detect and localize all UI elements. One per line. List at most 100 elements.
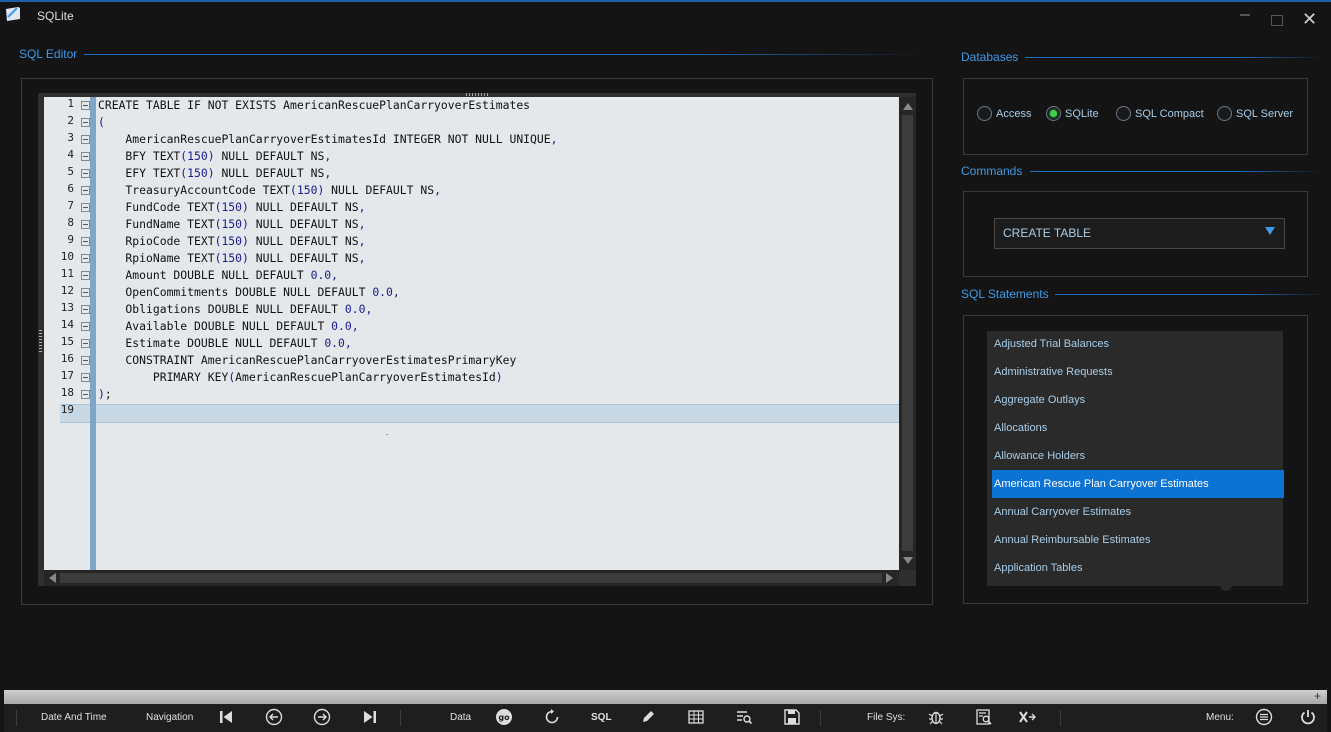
code-text: TreasuryAccountCode TEXT(150) NULL DEFAU… <box>98 183 441 197</box>
code-line[interactable]: 17 PRIMARY KEY(AmericanRescuePlanCarryov… <box>44 369 899 386</box>
dropdown-arrow-icon[interactable] <box>1265 227 1275 235</box>
skip-first-icon[interactable] <box>217 708 235 726</box>
sql-statement-item[interactable]: Annual Carryover Estimates <box>992 498 1284 526</box>
code-line[interactable]: 12 OpenCommitments DOUBLE NULL DEFAULT 0… <box>44 284 899 301</box>
code-line[interactable]: 19 <box>44 403 899 420</box>
fold-toggle-icon[interactable] <box>81 373 90 382</box>
code-line[interactable]: 14 Available DOUBLE NULL DEFAULT 0.0, <box>44 318 899 335</box>
go-icon[interactable]: go <box>495 708 513 726</box>
editor-side-grip[interactable] <box>39 330 42 354</box>
file-search-icon[interactable] <box>975 708 993 726</box>
fold-toggle-icon[interactable] <box>81 237 90 246</box>
vertical-scroll-thumb[interactable] <box>902 115 913 551</box>
code-line[interactable]: 7 FundCode TEXT(150) NULL DEFAULT NS, <box>44 199 899 216</box>
window-top-border <box>0 0 1331 2</box>
fold-toggle-icon[interactable] <box>81 254 90 263</box>
scroll-right-arrow-icon[interactable] <box>886 573 893 583</box>
code-line[interactable]: 16 CONSTRAINT AmericanRescuePlanCarryove… <box>44 352 899 369</box>
horizontal-scroll-thumb[interactable] <box>60 573 882 583</box>
code-text: RpioName TEXT(150) NULL DEFAULT NS, <box>98 251 366 265</box>
fold-toggle-icon[interactable] <box>81 271 90 280</box>
line-number: 15 <box>60 335 74 348</box>
toolbar-separator <box>1060 710 1061 726</box>
fold-toggle-icon[interactable] <box>81 390 90 399</box>
code-line[interactable]: 15 Estimate DOUBLE NULL DEFAULT 0.0, <box>44 335 899 352</box>
scroll-down-arrow-icon[interactable] <box>903 557 913 564</box>
radio-sql-server-dot[interactable] <box>1217 106 1232 121</box>
arrow-left-icon[interactable] <box>265 708 283 726</box>
scroll-left-arrow-icon[interactable] <box>49 573 56 583</box>
sql-statement-item[interactable]: Annual Reimbursable Estimates <box>992 526 1284 554</box>
code-line[interactable]: 11 Amount DOUBLE NULL DEFAULT 0.0, <box>44 267 899 284</box>
sql-statement-item[interactable]: Administrative Requests <box>992 358 1284 386</box>
date-and-time-label[interactable]: Date And Time <box>41 712 107 723</box>
fold-toggle-icon[interactable] <box>81 101 90 110</box>
code-line[interactable]: 13 Obligations DOUBLE NULL DEFAULT 0.0, <box>44 301 899 318</box>
line-number: 14 <box>60 318 74 331</box>
scroll-up-arrow-icon[interactable] <box>903 103 913 110</box>
radio-access-dot[interactable] <box>977 106 992 121</box>
fold-toggle-icon[interactable] <box>81 305 90 314</box>
radio-sql-compact-dot[interactable] <box>1116 106 1131 121</box>
code-line[interactable]: 4 BFY TEXT(150) NULL DEFAULT NS, <box>44 148 899 165</box>
sql-editor-title: SQL Editor <box>19 47 78 61</box>
editor-resize-grip[interactable] <box>466 93 490 96</box>
skip-last-icon[interactable] <box>361 708 379 726</box>
fold-toggle-icon[interactable] <box>81 152 90 161</box>
fold-toggle-icon[interactable] <box>81 339 90 348</box>
radio-sql-compact[interactable]: SQL Compact <box>1116 106 1204 121</box>
line-number: 5 <box>67 165 74 178</box>
sql-statement-item[interactable]: Allocations <box>992 414 1284 442</box>
fold-toggle-icon[interactable] <box>81 220 90 229</box>
radio-sqlite[interactable]: SQLite <box>1046 106 1099 121</box>
sql-statement-item[interactable]: Allowance Holders <box>992 442 1284 470</box>
toolbar-expand-button[interactable]: + <box>1314 689 1321 703</box>
code-line[interactable]: 1 CREATE TABLE IF NOT EXISTS AmericanResc… <box>44 97 899 114</box>
code-text: FundName TEXT(150) NULL DEFAULT NS, <box>98 217 366 231</box>
radio-sql-server[interactable]: SQL Server <box>1217 106 1293 121</box>
horizontal-scrollbar[interactable] <box>44 570 899 586</box>
fold-toggle-icon[interactable] <box>81 169 90 178</box>
radio-sqlite-dot[interactable] <box>1046 106 1061 121</box>
code-line[interactable]: 5 EFY TEXT(150) NULL DEFAULT NS, <box>44 165 899 182</box>
arrow-right-icon[interactable] <box>313 708 331 726</box>
fold-toggle-icon[interactable] <box>81 186 90 195</box>
grid-icon[interactable] <box>687 708 705 726</box>
minimize-button[interactable] <box>1240 14 1250 16</box>
sql-statement-item[interactable]: Adjusted Trial Balances <box>992 330 1284 358</box>
code-line[interactable]: 3 AmericanRescuePlanCarryoverEstimatesId… <box>44 131 899 148</box>
code-line[interactable]: 6 TreasuryAccountCode TEXT(150) NULL DEF… <box>44 182 899 199</box>
commands-title-line <box>1030 171 1325 172</box>
power-icon[interactable] <box>1299 708 1317 726</box>
radio-access[interactable]: Access <box>977 106 1031 121</box>
code-line[interactable]: 10 RpioName TEXT(150) NULL DEFAULT NS, <box>44 250 899 267</box>
excel-icon[interactable] <box>1018 708 1036 726</box>
line-number: 17 <box>60 369 74 382</box>
code-line[interactable]: 8 FundName TEXT(150) NULL DEFAULT NS, <box>44 216 899 233</box>
commands-title: Commands <box>961 164 1023 178</box>
fold-toggle-icon[interactable] <box>81 203 90 212</box>
fold-toggle-icon[interactable] <box>81 356 90 365</box>
fold-toggle-icon[interactable] <box>81 288 90 297</box>
code-line[interactable]: 9 RpioCode TEXT(150) NULL DEFAULT NS, <box>44 233 899 250</box>
save-icon[interactable] <box>783 708 801 726</box>
vertical-scrollbar[interactable] <box>899 97 916 570</box>
fold-toggle-icon[interactable] <box>81 135 90 144</box>
refresh-icon[interactable] <box>543 708 561 726</box>
pencil-icon[interactable] <box>639 708 657 726</box>
table-search-icon[interactable] <box>735 708 753 726</box>
sql-statements-title-line <box>1055 294 1325 295</box>
menu-icon[interactable] <box>1255 708 1273 726</box>
code-line[interactable]: 18); <box>44 386 899 403</box>
maximize-button[interactable] <box>1271 15 1283 26</box>
code-line[interactable]: 2( <box>44 114 899 131</box>
sql-label[interactable]: SQL <box>591 712 612 723</box>
close-button[interactable]: ✕ <box>1302 10 1317 28</box>
sql-statement-item[interactable]: Aggregate Outlays <box>992 386 1284 414</box>
fold-toggle-icon[interactable] <box>81 322 90 331</box>
fold-toggle-icon[interactable] <box>81 118 90 127</box>
sql-statement-item[interactable]: American Rescue Plan Carryover Estimates <box>992 470 1284 498</box>
sql-statement-item[interactable]: Application Tables <box>992 554 1284 582</box>
sql-statements-title: SQL Statements <box>961 287 1049 301</box>
bug-icon[interactable] <box>927 708 945 726</box>
